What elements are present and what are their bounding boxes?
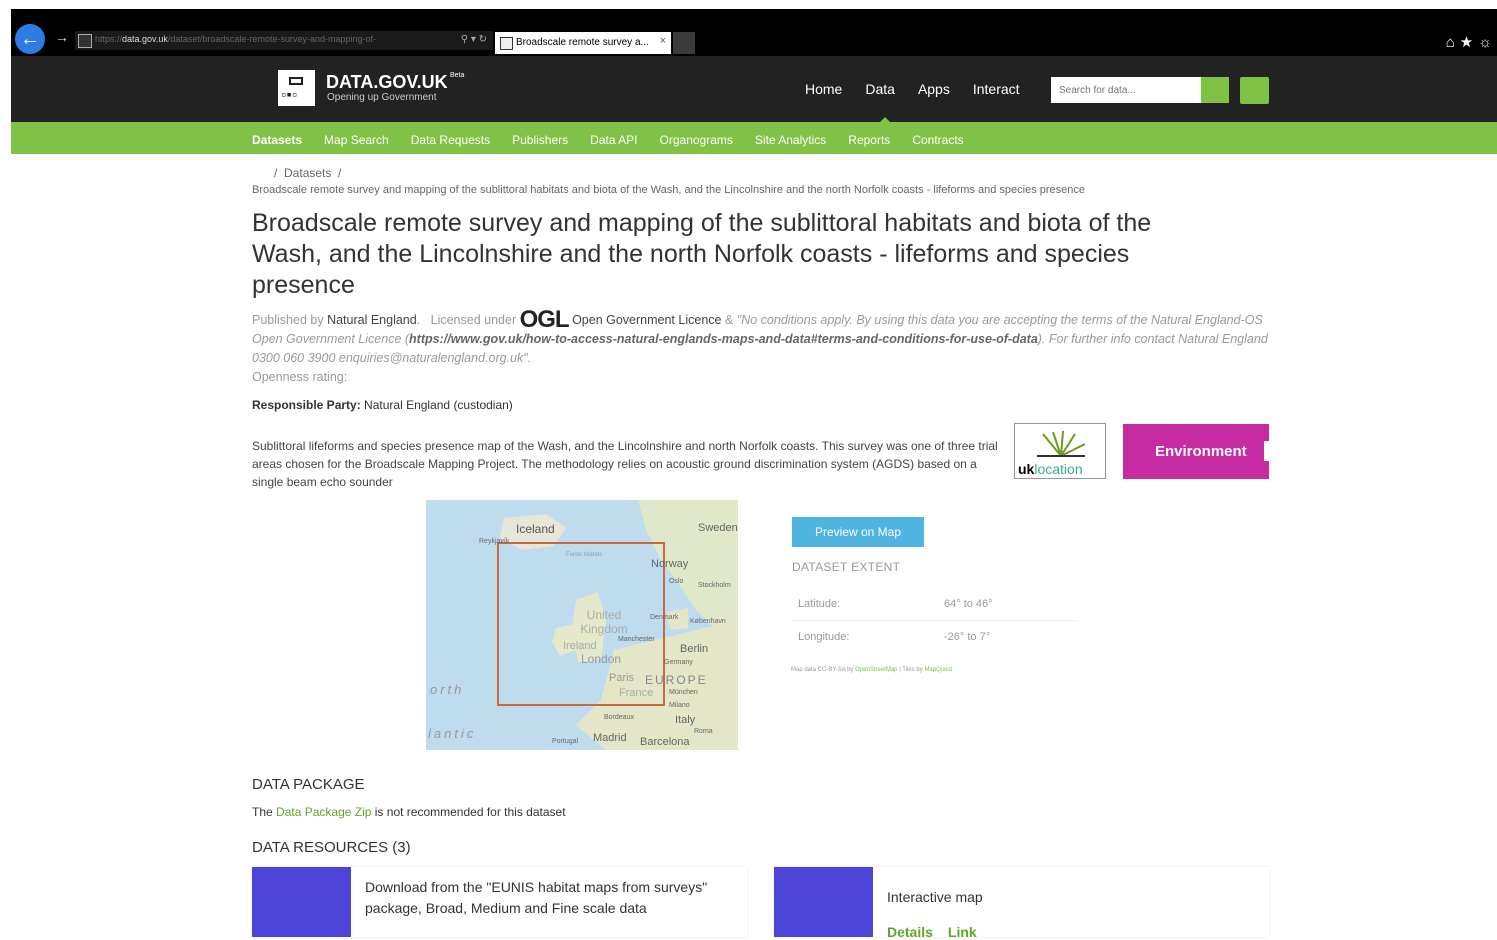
resource-format-icon bbox=[252, 867, 351, 937]
subnav-reports[interactable]: Reports bbox=[848, 133, 890, 147]
breadcrumb-current: Broadscale remote survey and mapping of … bbox=[252, 184, 1086, 196]
site-subtitle: Opening up Government bbox=[327, 92, 437, 103]
address-url[interactable]: https://data.gov.uk/dataset/broadscale-r… bbox=[95, 34, 376, 44]
resource-card[interactable]: Download from the "EUNIS habitat maps fr… bbox=[252, 867, 747, 937]
user-button[interactable] bbox=[1240, 77, 1269, 104]
new-tab-button[interactable] bbox=[673, 32, 695, 54]
breadcrumb: / Datasets / bbox=[274, 166, 342, 180]
subnav-organograms[interactable]: Organograms bbox=[660, 133, 733, 147]
nav-home[interactable]: Home bbox=[805, 81, 842, 97]
dataset-meta: Published by Natural England. Licensed u… bbox=[252, 306, 1268, 385]
dataset-extent-map[interactable]: Iceland Reykjavík Faroe Islands Norway S… bbox=[426, 500, 738, 750]
resource-links: Details Link bbox=[887, 924, 992, 940]
browser-toolbar-icons[interactable]: ⌂★☼ bbox=[1446, 33, 1497, 51]
resource-title: Interactive map bbox=[887, 889, 983, 905]
subnav-data-api[interactable]: Data API bbox=[590, 133, 637, 147]
responsible-party: Responsible Party: Natural England (cust… bbox=[252, 398, 513, 412]
osm-link[interactable]: OpenStreetMap bbox=[855, 667, 897, 673]
subnav-site-analytics[interactable]: Site Analytics bbox=[755, 133, 826, 147]
subnav-map-search[interactable]: Map Search bbox=[324, 133, 389, 147]
subnav-data-requests[interactable]: Data Requests bbox=[411, 133, 490, 147]
address-bar[interactable]: https://data.gov.uk/dataset/broadscale-r… bbox=[75, 31, 493, 50]
data-resources-heading: DATA RESOURCES (3) bbox=[252, 839, 411, 856]
uk-location-logo-icon bbox=[1037, 430, 1086, 457]
breadcrumb-datasets[interactable]: Datasets bbox=[284, 166, 331, 180]
forward-arrow-icon[interactable]: → bbox=[55, 29, 69, 45]
subnav-publishers[interactable]: Publishers bbox=[512, 133, 568, 147]
resource-card[interactable]: Interactive map Details Link bbox=[774, 867, 1269, 940]
table-row: Longitude: -26° to 7° bbox=[791, 620, 1077, 653]
search-button[interactable] bbox=[1201, 77, 1229, 103]
browser-tab[interactable]: Broadscale remote survey a... × bbox=[495, 32, 671, 54]
publisher-link[interactable]: Natural England bbox=[327, 313, 417, 327]
browser-chrome: ← → https://data.gov.uk/dataset/broadsca… bbox=[11, 9, 1497, 56]
sub-nav: Datasets Map Search Data Requests Publisher… bbox=[11, 122, 1497, 154]
dataset-extent-title: DATASET EXTENT bbox=[792, 560, 901, 574]
openness-rating: Openness rating: bbox=[252, 370, 348, 384]
nav-data[interactable]: Data bbox=[865, 81, 895, 97]
tab-close-icon[interactable]: × bbox=[660, 35, 666, 47]
nav-interact[interactable]: Interact bbox=[973, 81, 1020, 97]
resource-format-icon bbox=[774, 867, 873, 937]
resource-title: Download from the "EUNIS habitat maps fr… bbox=[365, 879, 708, 916]
dataset-description: Sublittoral lifeforms and species presen… bbox=[252, 439, 998, 489]
star-icon: ★ bbox=[1459, 34, 1479, 51]
data-package-text: The Data Package Zip is not recommended … bbox=[252, 805, 566, 819]
main-nav: Home Data Apps Interact bbox=[805, 81, 1043, 99]
back-arrow-icon[interactable]: ← bbox=[15, 24, 45, 54]
site-title[interactable]: DATA.GOV.UK bbox=[326, 72, 448, 93]
licence-link[interactable]: Open Government Licence bbox=[572, 313, 721, 327]
ogl-logo-icon: OGL bbox=[519, 306, 570, 333]
home-icon: ⌂ bbox=[1445, 34, 1460, 51]
map-attribution: Map data CC-BY-SA by OpenStreetMap | Til… bbox=[791, 667, 953, 673]
subnav-datasets[interactable]: Datasets bbox=[252, 133, 302, 147]
table-row: Latitude: 64° to 46° bbox=[798, 598, 993, 610]
data-package-heading: DATA PACKAGE bbox=[252, 776, 365, 793]
tab-favicon-icon bbox=[500, 37, 513, 50]
beta-badge: Beta bbox=[450, 72, 465, 79]
address-controls-icon[interactable]: ⚲ ▾ ↻ bbox=[461, 34, 487, 45]
environment-theme-badge[interactable]: Environment bbox=[1123, 424, 1269, 479]
tab-label: Broadscale remote survey a... bbox=[516, 37, 649, 48]
resource-link[interactable]: Link bbox=[948, 924, 977, 940]
resource-details-link[interactable]: Details bbox=[887, 924, 933, 940]
page-title: Broadscale remote survey and mapping of … bbox=[252, 209, 1152, 299]
uk-location-badge[interactable]: uklocation bbox=[1014, 423, 1106, 479]
preview-on-map-button[interactable]: Preview on Map bbox=[792, 517, 924, 547]
site-header: ▫▪▫ DATA.GOV.UK Beta Opening up Governme… bbox=[11, 56, 1497, 123]
licence-url[interactable]: https://www.gov.uk/how-to-access-natural… bbox=[409, 332, 1038, 346]
search-input[interactable] bbox=[1051, 77, 1201, 103]
subnav-contracts[interactable]: Contracts bbox=[912, 133, 963, 147]
mapquest-link[interactable]: MapQuest bbox=[924, 667, 952, 673]
logo-icon[interactable]: ▫▪▫ bbox=[278, 70, 315, 106]
data-package-zip-link[interactable]: Data Package Zip bbox=[276, 805, 371, 819]
nav-apps[interactable]: Apps bbox=[918, 81, 950, 97]
page-favicon-icon bbox=[78, 34, 92, 48]
gear-icon: ☼ bbox=[1478, 34, 1497, 51]
extent-table: Latitude: 64° to 46° Longitude: -26° to 7° bbox=[791, 588, 1077, 653]
